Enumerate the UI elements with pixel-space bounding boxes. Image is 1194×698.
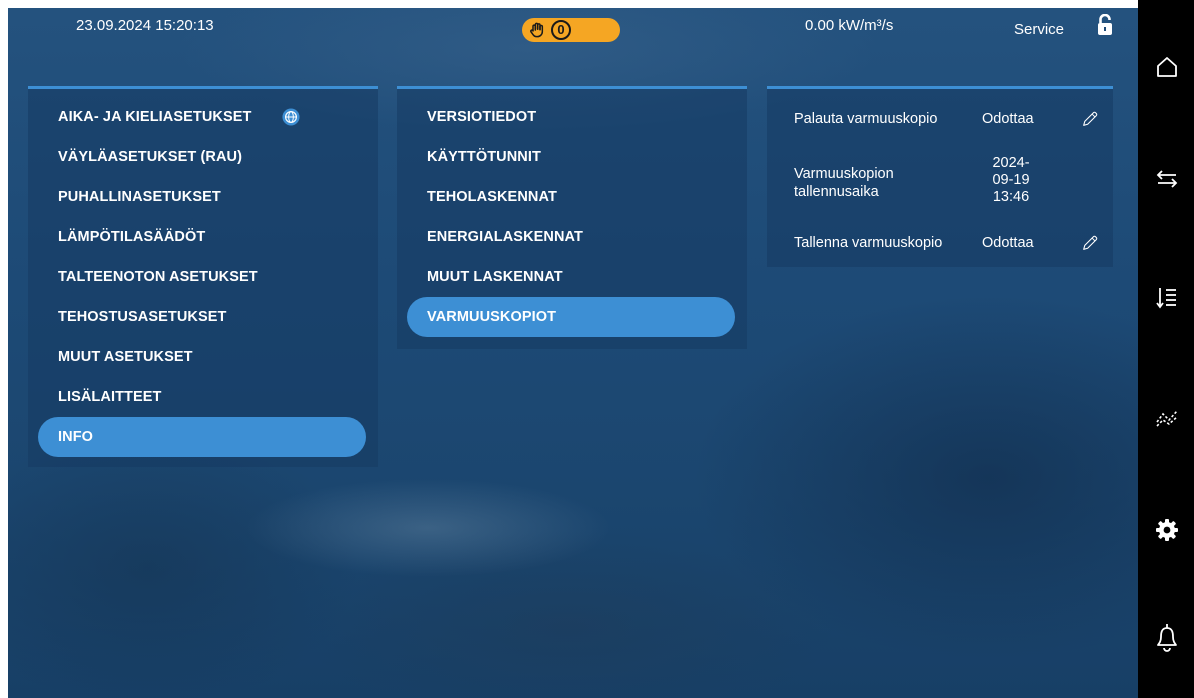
submenu-item-operating-hours[interactable]: KÄYTTÖTUNNIT xyxy=(407,137,735,177)
menu-item-label: LISÄLAITTEET xyxy=(58,389,162,405)
submenu-item-version-info[interactable]: VERSIOTIEDOT xyxy=(407,97,735,137)
submenu-item-energy-calculations[interactable]: ENERGIALASKENNAT xyxy=(407,217,735,257)
menu-item-bus-settings[interactable]: VÄYLÄASETUKSET (RAU) xyxy=(38,137,366,177)
submenu-item-other-calculations[interactable]: MUUT LASKENNAT xyxy=(407,257,735,297)
manual-override-indicator[interactable]: 0 xyxy=(522,18,620,42)
trend-icon[interactable] xyxy=(1154,404,1180,430)
settings-gear-icon[interactable] xyxy=(1154,517,1180,543)
submenu-item-power-calculations[interactable]: TEHOLASKENNAT xyxy=(407,177,735,217)
menu-item-label: LÄMPÖTILASÄÄDÖT xyxy=(58,229,206,245)
menu-item-other-settings[interactable]: MUUT ASETUKSET xyxy=(38,337,366,377)
menu-item-label: TEHOSTUSASETUKSET xyxy=(58,309,227,325)
backup-timestamp-label: Varmuuskopion tallennusaika xyxy=(794,166,894,200)
menu-item-heat-recovery[interactable]: TALTEENOTON ASETUKSET xyxy=(38,257,366,297)
submenu-item-label: VARMUUSKOPIOT xyxy=(427,309,557,325)
date-time: 23.09.2024 15:20:13 xyxy=(76,17,214,34)
submenu-item-backups[interactable]: VARMUUSKOPIOT xyxy=(407,297,735,337)
globe-icon xyxy=(282,108,300,126)
edit-pencil-icon[interactable] xyxy=(1081,234,1099,252)
submenu-item-label: KÄYTTÖTUNNIT xyxy=(427,149,541,165)
menu-item-label: INFO xyxy=(58,429,94,445)
sort-list-icon[interactable] xyxy=(1154,285,1180,311)
info-submenu: VERSIOTIEDOT KÄYTTÖTUNNIT TEHOLASKENNAT … xyxy=(397,86,747,349)
submenu-item-label: ENERGIALASKENNAT xyxy=(427,229,584,245)
menu-item-fan-settings[interactable]: PUHALLINASETUKSET xyxy=(38,177,366,217)
menu-item-boost-settings[interactable]: TEHOSTUSASETUKSET xyxy=(38,297,366,337)
settings-menu: AIKA- JA KIELIASETUKSET VÄYLÄASETUKSET (… xyxy=(28,86,378,467)
backup-details: Palauta varmuuskopio Odottaa Varmuuskopi… xyxy=(767,86,1113,267)
manual-count-badge: 0 xyxy=(551,20,571,40)
menu-item-accessories[interactable]: LISÄLAITTEET xyxy=(38,377,366,417)
menu-item-time-language[interactable]: AIKA- JA KIELIASETUKSET xyxy=(38,97,366,137)
hand-icon xyxy=(530,22,544,38)
alarm-bell-icon[interactable] xyxy=(1154,622,1180,654)
menu-item-label: AIKA- JA KIELIASETUKSET xyxy=(58,109,252,125)
restore-backup-status: Odottaa xyxy=(982,111,1034,127)
submenu-item-label: TEHOLASKENNAT xyxy=(427,189,557,205)
submenu-item-label: VERSIOTIEDOT xyxy=(427,109,537,125)
menu-item-label: VÄYLÄASETUKSET (RAU) xyxy=(58,149,243,165)
nav-sidebar xyxy=(1138,0,1194,698)
transfer-icon[interactable] xyxy=(1154,166,1180,192)
save-backup-label: Tallenna varmuuskopio xyxy=(794,235,943,251)
specific-fan-power: 0.00 kW/m³/s xyxy=(805,17,894,34)
submenu-item-label: MUUT LASKENNAT xyxy=(427,269,563,285)
save-backup-status: Odottaa xyxy=(982,235,1034,251)
restore-backup-label: Palauta varmuuskopio xyxy=(794,111,938,127)
backup-timestamp-value: 2024- 09-19 13:46 xyxy=(992,155,1030,205)
user-level[interactable]: Service xyxy=(1014,21,1064,38)
menu-item-label: PUHALLINASETUKSET xyxy=(58,189,221,205)
menu-item-temperature-control[interactable]: LÄMPÖTILASÄÄDÖT xyxy=(38,217,366,257)
menu-item-label: MUUT ASETUKSET xyxy=(58,349,193,365)
menu-item-label: TALTEENOTON ASETUKSET xyxy=(58,269,258,285)
main-screen: 23.09.2024 15:20:13 0 0.00 kW/m³/s Servi… xyxy=(8,8,1138,698)
edit-pencil-icon[interactable] xyxy=(1081,110,1099,128)
unlock-icon[interactable] xyxy=(1097,14,1113,36)
home-icon[interactable] xyxy=(1154,54,1180,80)
status-bar: 23.09.2024 15:20:13 0 0.00 kW/m³/s Servi… xyxy=(8,8,1138,68)
menu-item-info[interactable]: INFO xyxy=(38,417,366,457)
